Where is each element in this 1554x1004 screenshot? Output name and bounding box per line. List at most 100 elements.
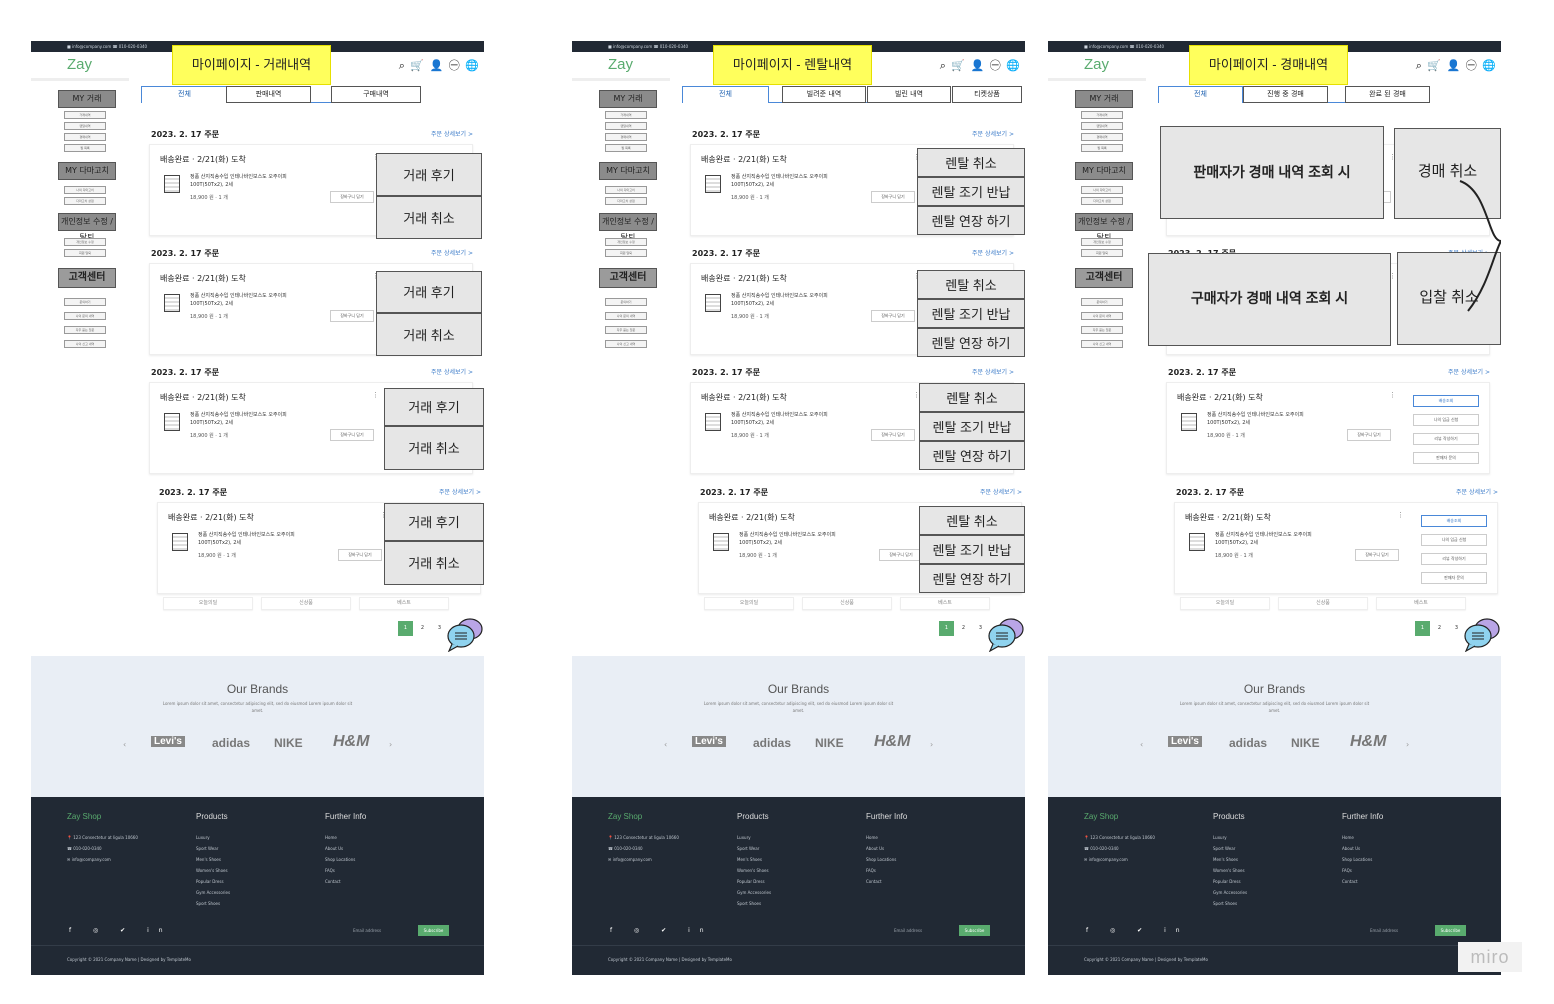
product-name[interactable]: 정품 산지직송수입 인테나바인보스도 오주이피 100T(50Tx2), 2세 [190, 173, 287, 189]
bottom-tab[interactable]: 베스트 [1376, 597, 1466, 610]
brand-logo[interactable]: adidas [212, 736, 250, 750]
rental-action-button[interactable]: 렌탈 조기 반납 [917, 299, 1025, 328]
product-image[interactable] [164, 175, 180, 193]
footer-info-link[interactable]: Contact [1342, 876, 1372, 887]
sidebar-item[interactable]: 찜 목록 [1081, 144, 1123, 152]
sidebar-item[interactable]: 회원 탈퇴 [1081, 249, 1123, 257]
sidebar-item[interactable]: 문의하기 [1081, 298, 1123, 306]
trade-review-button[interactable]: 거래 후기 [384, 503, 484, 541]
page-button[interactable]: 2 [956, 621, 971, 636]
page-button[interactable]: 2 [415, 621, 430, 636]
sidebar-group-0[interactable]: MY 거래 [1075, 90, 1133, 108]
add-to-cart-button[interactable]: 장바구니 담기 [330, 191, 374, 203]
tab-2[interactable]: 완료 된 경매 [1345, 86, 1430, 103]
sidebar-group-0[interactable]: MY 거래 [599, 90, 657, 108]
page-button[interactable]: 1 [398, 621, 413, 636]
brand-logo[interactable]: Levi's [1168, 736, 1202, 747]
footer-info-link[interactable]: Shop Locations [866, 854, 896, 865]
order-detail-link[interactable]: 주문 상세보기 > [431, 129, 473, 138]
footer-product-link[interactable]: Men's Shoes [1213, 854, 1247, 865]
footer-product-link[interactable]: Popular Dress [196, 876, 230, 887]
auction-action-button[interactable]: 리뷰 작성하기 [1421, 553, 1487, 565]
brands-prev-arrow[interactable]: ‹ [123, 740, 126, 749]
subscribe-button[interactable]: Subscribe [959, 925, 990, 936]
footer-product-link[interactable]: Women's Shoes [737, 865, 771, 876]
brand-logo[interactable]: NIKE [1291, 736, 1320, 750]
trade-cancel-button[interactable]: 거래 취소 [384, 426, 484, 470]
rental-action-button[interactable]: 렌탈 조기 반납 [919, 412, 1025, 441]
bottom-tab[interactable]: 베스트 [359, 597, 449, 610]
sidebar-item[interactable]: 다마고치 상점 [64, 197, 106, 205]
tab-2[interactable]: 빌린 내역 [867, 86, 951, 103]
page-button[interactable]: 2 [1432, 621, 1447, 636]
footer-product-link[interactable]: Popular Dress [1213, 876, 1247, 887]
auction-action-button[interactable]: 판매자 문의 [1413, 452, 1479, 464]
footer-info-link[interactable]: Shop Locations [1342, 854, 1372, 865]
rental-action-button[interactable]: 렌탈 조기 반납 [917, 177, 1025, 206]
add-to-cart-button[interactable]: 장바구니 담기 [330, 429, 374, 441]
sidebar-item[interactable]: 문의하기 [605, 298, 647, 306]
sidebar-item[interactable]: 렌탈내역 [64, 122, 106, 130]
tab-1[interactable]: 빌려준 내역 [782, 86, 866, 103]
sidebar-item[interactable]: 나의 신고 내역 [64, 340, 106, 348]
rental-action-button[interactable]: 렌탈 연장 하기 [917, 328, 1025, 357]
header-icons[interactable]: ⌕ 🛒 👤 ㊀ 🌐 [940, 57, 1021, 73]
email-input[interactable]: Email address [353, 928, 381, 933]
rental-action-button[interactable]: 렌탈 연장 하기 [919, 441, 1025, 470]
sidebar-item[interactable]: 거래내역 [1081, 111, 1123, 119]
more-icon[interactable]: ⋮ [372, 391, 379, 399]
product-image[interactable] [705, 294, 721, 312]
sidebar-item[interactable]: 거래내역 [605, 111, 647, 119]
rental-action-button[interactable]: 렌탈 취소 [919, 383, 1025, 412]
footer-product-link[interactable]: Sport Wear [737, 843, 771, 854]
order-detail-link[interactable]: 주문 상세보기 > [1448, 367, 1490, 376]
footer-info-link[interactable]: Home [866, 832, 896, 843]
page-button[interactable]: 3 [973, 621, 988, 636]
footer-info-link[interactable]: Shop Locations [325, 854, 355, 865]
brand-logo[interactable]: NIKE [815, 736, 844, 750]
product-image[interactable] [705, 175, 721, 193]
add-to-cart-button[interactable]: 장바구니 담기 [871, 191, 915, 203]
footer-product-link[interactable]: Sport Wear [1213, 843, 1247, 854]
sidebar-item[interactable]: 경매내역 [64, 133, 106, 141]
tab-1[interactable]: 판매내역 [226, 86, 311, 103]
add-to-cart-button[interactable]: 장바구니 담기 [871, 429, 915, 441]
order-detail-link[interactable]: 주문 상세보기 > [1456, 487, 1498, 496]
header-icons[interactable]: ⌕ 🛒 👤 ㊀ 🌐 [399, 57, 480, 73]
trade-review-button[interactable]: 거래 후기 [376, 271, 482, 313]
add-to-cart-button[interactable]: 장바구니 담기 [330, 310, 374, 322]
footer-product-link[interactable]: Popular Dress [737, 876, 771, 887]
brands-prev-arrow[interactable]: ‹ [664, 740, 667, 749]
tab-0[interactable]: 전체 [1158, 86, 1243, 103]
product-name[interactable]: 정품 산지직송수입 인테나바인보스도 오주이피 100T(50Tx2), 2세 [1207, 411, 1304, 427]
more-icon[interactable]: ⋮ [1389, 391, 1396, 399]
rental-action-button[interactable]: 렌탈 연장 하기 [917, 206, 1025, 235]
sidebar-item[interactable]: 경매내역 [605, 133, 647, 141]
subscribe-button[interactable]: Subscribe [1435, 925, 1466, 936]
sidebar-item[interactable]: 나의 다마고치 [605, 186, 647, 194]
product-name[interactable]: 정품 산지직송수입 인테나바인보스도 오주이피 100T(50Tx2), 2세 [731, 411, 828, 427]
rental-action-button[interactable]: 렌탈 취소 [919, 506, 1025, 535]
chat-icon[interactable] [446, 616, 484, 653]
brand-logo[interactable]: NIKE [274, 736, 303, 750]
sidebar-item[interactable]: 나의 신고 내역 [605, 340, 647, 348]
order-detail-link[interactable]: 주문 상세보기 > [980, 487, 1022, 496]
sidebar-item[interactable]: 경매내역 [1081, 133, 1123, 141]
chat-icon[interactable] [987, 616, 1025, 653]
sidebar-item[interactable]: 나의 다마고치 [1081, 186, 1123, 194]
sidebar-item[interactable]: 자주 묻는 질문 [1081, 326, 1123, 334]
rental-action-button[interactable]: 렌탈 취소 [917, 270, 1025, 299]
product-image[interactable] [164, 294, 180, 312]
tab-2[interactable]: 구매내역 [331, 86, 421, 103]
tab-3[interactable]: 티켓상품 [952, 86, 1022, 103]
sidebar-group-2[interactable]: 개인정보 수정 / 탈퇴 [1075, 213, 1133, 242]
sidebar-item[interactable]: 개인정보 수정 [1081, 238, 1123, 246]
footer-product-link[interactable]: Men's Shoes [737, 854, 771, 865]
chat-icon[interactable] [1463, 616, 1501, 653]
order-detail-link[interactable]: 주문 상세보기 > [972, 248, 1014, 257]
page-button[interactable]: 3 [432, 621, 447, 636]
add-to-cart-button[interactable]: 장바구니 담기 [1347, 429, 1391, 441]
order-detail-link[interactable]: 주문 상세보기 > [439, 487, 481, 496]
footer-product-link[interactable]: Gym Accessories [196, 887, 230, 898]
rental-action-button[interactable]: 렌탈 취소 [917, 148, 1025, 177]
